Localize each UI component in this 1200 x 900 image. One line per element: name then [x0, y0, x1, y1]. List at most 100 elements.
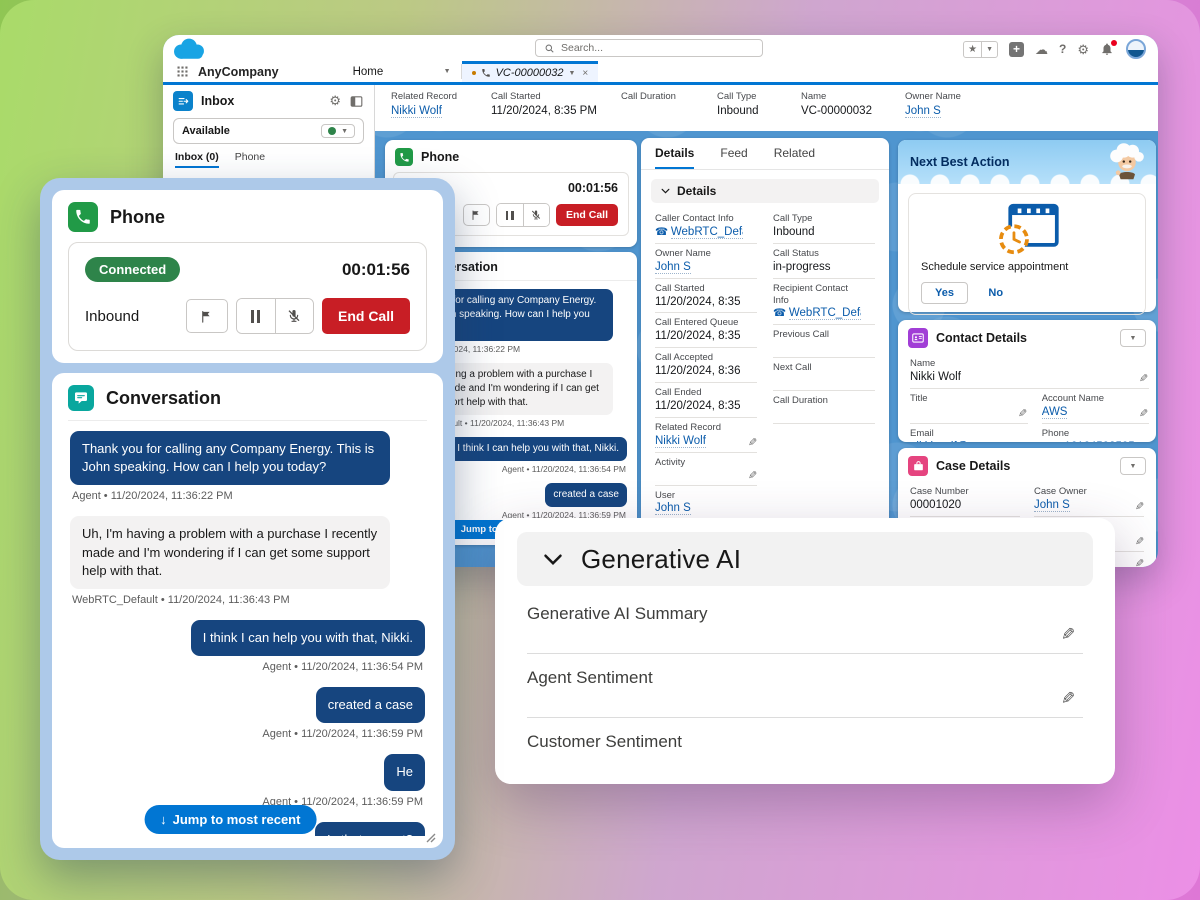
link-owner-name[interactable]: John S	[655, 261, 691, 274]
phone-overlay-title: Phone	[110, 207, 165, 228]
field-activity: Activity✎	[655, 453, 757, 486]
hold-call-button[interactable]	[497, 204, 523, 226]
contact-menu-button[interactable]: ▼	[1120, 329, 1146, 347]
link-recipient-contact-info[interactable]: WebRTC_Default	[789, 307, 861, 320]
message-bubble: He	[384, 754, 425, 790]
link-phone[interactable]: +16164508505	[1058, 441, 1135, 443]
record-details-panel: DetailsFeedRelated Details Caller Contac…	[641, 138, 889, 545]
edit-icon[interactable]: ✎	[1135, 500, 1144, 513]
details-tab-details[interactable]: Details	[655, 146, 694, 169]
edit-icon[interactable]: ✎	[748, 469, 757, 482]
app-launcher-icon[interactable]	[175, 64, 190, 79]
call-header-field-call-started: Call Started11/20/2024, 8:35 PM	[491, 85, 609, 131]
omni-channel-sidebar: Inbox ⚙ Available ▼ Inbox (0) Phone	[163, 85, 375, 182]
details-section-header[interactable]: Details	[651, 179, 879, 203]
sidebar-tab-inbox-0[interactable]: Inbox (0)	[175, 151, 219, 168]
chevron-down-icon	[661, 188, 670, 194]
link-related-record[interactable]: Nikki Wolf	[655, 435, 706, 448]
field-case-number: Case Number00001020	[910, 482, 1020, 517]
case-details-title: Case Details	[936, 459, 1010, 473]
presence-dropdown[interactable]: ▼	[321, 124, 355, 138]
link-owner-name[interactable]: John S	[905, 105, 941, 118]
help-icon[interactable]: ?	[1059, 43, 1066, 55]
contact-details-header: Contact Details ▼	[898, 320, 1156, 354]
field-account-name: Account NameAWS✎	[1042, 389, 1149, 424]
field-next-call: Next Call	[773, 358, 875, 391]
close-tab-icon[interactable]: ×	[582, 68, 588, 79]
reject-recommendation-link[interactable]: No	[988, 287, 1003, 299]
accept-recommendation-button[interactable]: Yes	[921, 282, 968, 304]
hold-call-button[interactable]	[237, 299, 275, 333]
edit-icon[interactable]: ✎	[1018, 407, 1027, 420]
end-call-button[interactable]: End Call	[322, 298, 410, 334]
link-account-name[interactable]: AWS	[1042, 406, 1068, 419]
value-call-started: 11/20/2024, 8:35 PM	[655, 296, 743, 308]
case-menu-button[interactable]: ▼	[1120, 457, 1146, 475]
link-email[interactable]: nikki.wolf@aws.com	[910, 441, 1014, 443]
message-meta: Agent • 11/20/2024, 11:36:59 PM	[72, 728, 423, 740]
sidebar-header: Inbox ⚙	[163, 85, 374, 115]
quick-create-icon[interactable]: +	[1009, 42, 1024, 57]
chevron-down-icon	[543, 553, 563, 566]
sidebar-tab-phone[interactable]: Phone	[235, 151, 265, 168]
end-call-button[interactable]: End Call	[556, 204, 618, 226]
generative-ai-overlay: Generative AI Generative AI Summary✎Agen…	[495, 518, 1115, 784]
orchestration-cloud-icon[interactable]: ☁	[1035, 43, 1048, 56]
global-search-input[interactable]: Search...	[535, 39, 763, 57]
presence-status[interactable]: Available ▼	[173, 118, 364, 144]
dock-panel-icon[interactable]	[349, 94, 364, 109]
field-related-record: Related RecordNikki Wolf✎	[655, 418, 757, 453]
message: Thank you for calling any Company Energy…	[70, 431, 425, 502]
value-name: Nikki Wolf	[910, 371, 961, 383]
einstein-mascot-icon	[1103, 137, 1151, 183]
link-caller-contact-info[interactable]: WebRTC_Default	[671, 226, 743, 239]
field-name: NameNikki Wolf✎	[910, 354, 1149, 389]
search-icon	[544, 43, 555, 54]
chevron-down-icon[interactable]: ▼	[568, 70, 575, 77]
field-previous-call: Previous Call	[773, 325, 875, 358]
edit-icon[interactable]: ✎	[1135, 557, 1144, 567]
edit-icon[interactable]: ✎	[1139, 441, 1148, 442]
field-call-type: Call TypeInbound	[773, 209, 875, 244]
call-timer: 00:01:56	[342, 260, 410, 280]
next-best-action-title: Next Best Action	[910, 155, 1010, 169]
value-call-accepted: 11/20/2024, 8:36 PM	[655, 365, 743, 377]
tab-voice-call-record[interactable]: VC-00000032 ▼ ×	[462, 61, 599, 82]
link-case-owner[interactable]: John S	[1034, 499, 1070, 512]
tab-home[interactable]: Home ▼	[343, 61, 461, 82]
jump-to-most-recent-button[interactable]: ↓Jump to most recent	[144, 805, 316, 834]
edit-icon[interactable]: ✎	[748, 436, 757, 449]
edit-icon[interactable]: ✎	[1139, 407, 1148, 420]
field-call-accepted: Call Accepted11/20/2024, 8:36 PM	[655, 348, 757, 383]
chat-icon	[68, 385, 94, 411]
value-call-status: in-progress	[773, 261, 831, 273]
edit-icon[interactable]: ✎	[1135, 535, 1144, 548]
mute-button[interactable]	[523, 204, 549, 226]
sidebar-gear-icon[interactable]: ⚙	[329, 93, 341, 109]
user-avatar[interactable]	[1126, 39, 1146, 59]
app-nav-bar: AnyCompany Home ▼ VC-00000032 ▼ ×	[163, 61, 1158, 85]
flag-call-button[interactable]	[463, 204, 490, 226]
flag-call-button[interactable]	[186, 299, 228, 333]
link-user[interactable]: John S	[655, 502, 691, 515]
salesforce-logo	[169, 36, 209, 62]
details-tab-feed[interactable]: Feed	[720, 146, 747, 169]
favorites-button[interactable]: ★▼	[963, 41, 998, 58]
edit-icon[interactable]: ✎	[1018, 441, 1027, 442]
details-tab-related[interactable]: Related	[774, 146, 815, 169]
down-arrow-icon: ↓	[160, 812, 167, 827]
field-owner-name: Owner NameJohn S	[655, 244, 757, 279]
resize-handle[interactable]	[424, 831, 436, 843]
generative-ai-section-header[interactable]: Generative AI	[517, 532, 1093, 586]
case-icon	[908, 456, 928, 476]
link-related-record[interactable]: Nikki Wolf	[391, 105, 442, 118]
setup-gear-icon[interactable]: ⚙	[1077, 43, 1089, 56]
field-call-duration: Call Duration	[773, 391, 875, 424]
notifications-bell-icon[interactable]	[1100, 42, 1115, 57]
chevron-down-icon: ▼	[981, 42, 997, 57]
mute-button[interactable]	[275, 299, 313, 333]
call-status-badge: Connected	[85, 257, 180, 282]
edit-icon[interactable]: ✎	[1139, 372, 1148, 385]
edit-icon[interactable]: ✎	[1061, 689, 1075, 709]
edit-icon[interactable]: ✎	[1061, 625, 1075, 645]
